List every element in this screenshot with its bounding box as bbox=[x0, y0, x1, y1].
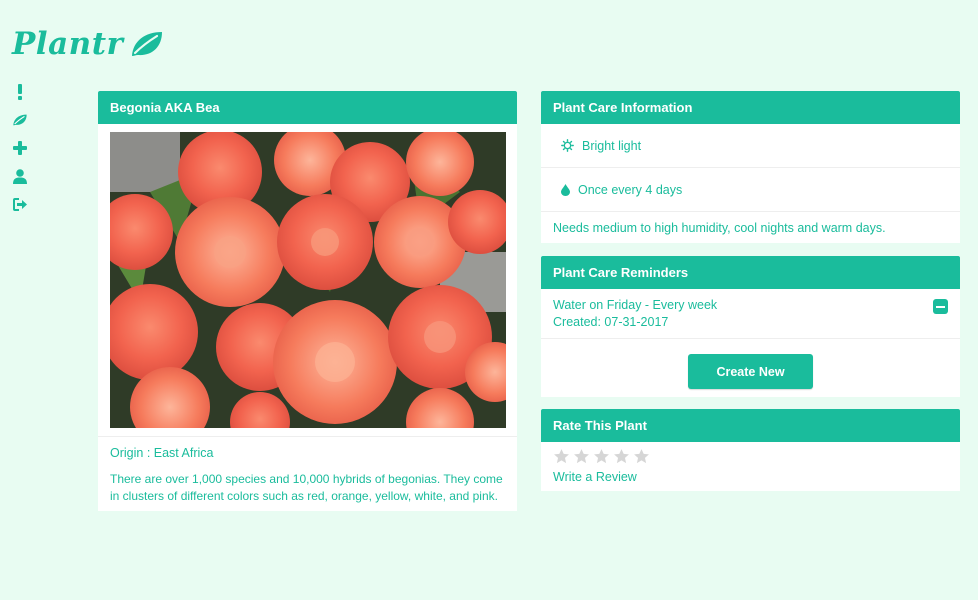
sidebar-item-profile[interactable] bbox=[10, 166, 30, 186]
reminders-title: Plant Care Reminders bbox=[541, 256, 960, 289]
plant-detail-card: Begonia AKA Bea Origin: East Africa The… bbox=[98, 91, 517, 511]
divider bbox=[541, 338, 960, 339]
plus-icon bbox=[13, 141, 27, 155]
sidebar-item-add-plant[interactable] bbox=[10, 138, 30, 158]
sign-out-icon bbox=[12, 197, 27, 211]
star-icon[interactable] bbox=[553, 448, 570, 465]
reminder-created: Created: 07-31-2017 bbox=[553, 315, 669, 329]
sidebar-item-plants[interactable] bbox=[10, 110, 30, 130]
star-icon[interactable] bbox=[593, 448, 610, 465]
plant-photo bbox=[110, 132, 506, 428]
star-icon[interactable] bbox=[573, 448, 590, 465]
rating-card: Rate This Plant Write a Review bbox=[541, 409, 960, 491]
reminder-item: Water on Friday - Every week Created: 07… bbox=[553, 297, 717, 331]
water-drop-icon bbox=[561, 183, 570, 196]
exclamation-icon bbox=[18, 84, 22, 100]
sidebar-item-alerts[interactable] bbox=[10, 82, 30, 102]
logo-text: Plantr bbox=[12, 26, 124, 62]
divider bbox=[98, 436, 517, 437]
plant-name-title: Begonia AKA Bea bbox=[98, 91, 517, 124]
leaf-icon bbox=[13, 114, 27, 126]
write-review-link[interactable]: Write a Review bbox=[553, 470, 637, 484]
plant-description: There are over 1,000 species and 10,000 … bbox=[110, 472, 503, 503]
star-icon[interactable] bbox=[613, 448, 630, 465]
plant-origin: Origin : East Africa bbox=[110, 446, 214, 460]
plant-care-card: Plant Care Information Bright light Once… bbox=[541, 91, 960, 243]
reminder-text: Water on Friday - Every week bbox=[553, 298, 718, 312]
app-logo[interactable]: Plantr bbox=[12, 26, 165, 62]
user-icon bbox=[13, 168, 27, 184]
star-rating bbox=[553, 448, 650, 465]
leaf-icon bbox=[132, 32, 163, 56]
plant-care-title: Plant Care Information bbox=[541, 91, 960, 124]
rating-title: Rate This Plant bbox=[541, 409, 960, 442]
create-reminder-button[interactable]: Create New bbox=[688, 354, 813, 389]
water-requirement: Once every 4 days bbox=[541, 168, 960, 212]
remove-reminder-button[interactable] bbox=[933, 299, 948, 314]
humidity-note: Needs medium to high humidity, cool nigh… bbox=[553, 221, 886, 235]
light-requirement: Bright light bbox=[541, 124, 960, 168]
light-label: Bright light bbox=[582, 138, 642, 153]
sun-icon bbox=[561, 139, 574, 152]
reminders-card: Plant Care Reminders Water on Friday - E… bbox=[541, 256, 960, 397]
water-label: Once every 4 days bbox=[578, 182, 683, 197]
sidebar bbox=[10, 82, 30, 214]
star-icon[interactable] bbox=[633, 448, 650, 465]
sidebar-item-logout[interactable] bbox=[10, 194, 30, 214]
